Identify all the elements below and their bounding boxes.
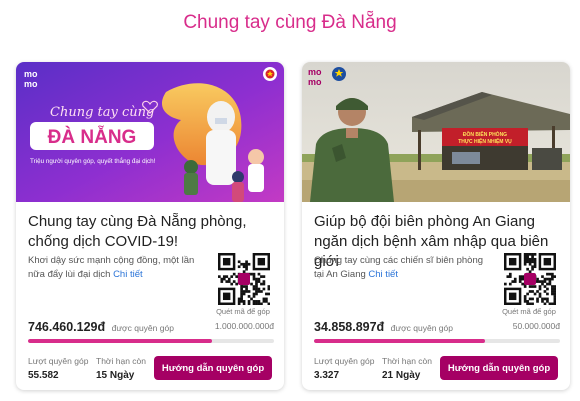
campaign-card-angiang[interactable]: ĐỒN BIÊN PHÒNG THỰC HIỆN NHIỆM VỤ mo mo …: [302, 62, 570, 390]
qr-caption: Quét mã để góp: [216, 307, 270, 316]
donors-label: Lượt quyên góp: [314, 356, 375, 366]
campaign-card-danang[interactable]: Chung tay cùng ĐÀ NẴNG Triệu người quyên…: [16, 62, 284, 390]
momo-logo-bottom: mo: [24, 79, 38, 89]
banner-headline: ĐÀ NẴNG: [48, 126, 137, 148]
donors-value: 55.582: [28, 370, 59, 381]
raised-amount: 746.460.129đ: [28, 320, 106, 334]
donation-progress-bar: [28, 339, 274, 343]
momo-logo-bottom: mo: [308, 77, 322, 87]
progress-fill: [314, 339, 486, 343]
donors-label: Lượt quyên góp: [28, 356, 89, 366]
banner-sign-line2: THỰC HIỆN NHIỆM VỤ: [458, 137, 512, 145]
qr-code-image: [218, 253, 270, 305]
banner-tagline: Triệu người quyên góp, quyết thắng đại d…: [30, 156, 156, 165]
campaign-description: Chung tay cùng các chiến sĩ biên phòng t…: [314, 254, 494, 282]
campaign-banner-image[interactable]: Chung tay cùng ĐÀ NẴNG Triệu người quyên…: [16, 62, 284, 202]
qr-code-image: [504, 253, 556, 305]
goal-amount: 50.000.000đ: [512, 321, 560, 331]
raised-row: 34.858.897đ được quyên góp 50.000.000đ: [314, 318, 560, 334]
donation-guide-button[interactable]: Hướng dẫn quyên góp: [440, 356, 558, 380]
raised-row: 746.460.129đ được quyên góp 1.000.000.00…: [28, 318, 274, 334]
banner-script-text: Chung tay cùng: [50, 105, 154, 120]
raised-amount: 34.858.897đ: [314, 320, 385, 334]
detail-link[interactable]: Chi tiết: [368, 269, 398, 280]
campaign-title[interactable]: Chung tay cùng Đà Nẵng phòng, chống dịch…: [28, 212, 274, 252]
days-left-stat: Thời hạn còn 21 Ngày: [382, 356, 432, 381]
days-value: 15 Ngày: [96, 370, 135, 381]
days-label: Thời hạn còn: [96, 356, 146, 366]
progress-fill: [28, 339, 212, 343]
raised-label: được quyên góp: [390, 323, 453, 333]
qr-caption: Quét mã để góp: [502, 307, 556, 316]
donation-guide-button[interactable]: Hướng dẫn quyên góp: [154, 356, 272, 380]
days-left-stat: Thời hạn còn 15 Ngày: [96, 356, 146, 381]
campaign-banner-image[interactable]: ĐỒN BIÊN PHÒNG THỰC HIỆN NHIỆM VỤ mo mo: [302, 62, 570, 202]
momo-logo-top: mo: [24, 69, 38, 79]
detail-link[interactable]: Chi tiết: [113, 269, 143, 280]
description-text: Khơi dậy sức mạnh cộng đồng, một lần nữa…: [28, 255, 195, 280]
campaign-description: Khơi dậy sức mạnh cộng đồng, một lần nữa…: [28, 254, 208, 282]
banner-sign-line1: ĐỒN BIÊN PHÒNG: [463, 130, 507, 138]
days-value: 21 Ngày: [382, 370, 421, 381]
donors-value: 3.327: [314, 370, 340, 381]
page-title: Chung tay cùng Đà Nẵng: [183, 12, 397, 33]
description-text: Chung tay cùng các chiến sĩ biên phòng t…: [314, 255, 484, 280]
donor-count-stat: Lượt quyên góp 3.327: [314, 356, 374, 381]
days-label: Thời hạn còn: [382, 356, 432, 366]
goal-amount: 1.000.000.000đ: [214, 321, 274, 331]
raised-label: được quyên góp: [111, 323, 174, 333]
donor-count-stat: Lượt quyên góp 55.582: [28, 356, 88, 381]
donation-progress-bar: [314, 339, 560, 343]
momo-logo-top: mo: [308, 67, 322, 77]
